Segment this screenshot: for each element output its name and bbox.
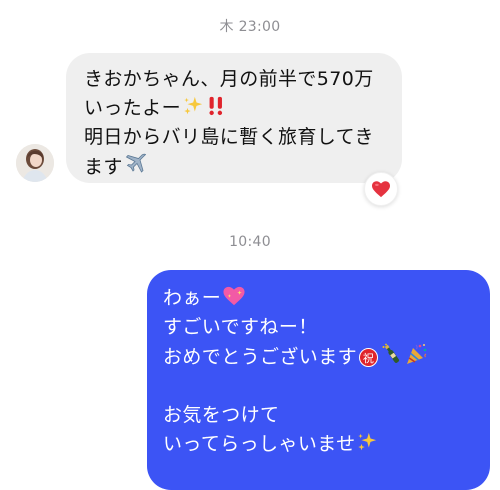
timestamp: 木 23:00: [219, 19, 281, 35]
party-popper-icon: [405, 342, 429, 366]
message-line: わぁー: [163, 284, 478, 313]
message-line: お気をつけて: [163, 404, 280, 426]
sparkles-icon: [356, 431, 378, 453]
congratulations-icon: 祝: [359, 348, 379, 367]
airplane-icon: [124, 152, 148, 176]
avatar[interactable]: [16, 144, 54, 182]
message-line: ます: [84, 152, 386, 182]
message-line: おめでとうございます祝: [163, 342, 478, 372]
heart-icon: [372, 181, 390, 198]
double-exclamation-icon: [205, 95, 227, 117]
incoming-message-bubble[interactable]: きおかちゃん、月の前半で570万 いったよー 明日からバリ島に暫く旅育してき ま…: [66, 53, 402, 183]
message-line: 明日からバリ島に暫く旅育してき: [84, 126, 374, 148]
sparkling-heart-icon: [222, 285, 246, 307]
reaction-heart[interactable]: [364, 172, 398, 206]
message-line: きおかちゃん、月の前半で570万: [84, 68, 374, 90]
timestamp: 10:40: [229, 234, 271, 250]
message-line: いってらっしゃいませ: [163, 430, 478, 459]
message-line: いったよー: [84, 94, 386, 123]
message-line: すごいですねー！: [163, 316, 318, 338]
sparkles-icon: [182, 95, 204, 117]
outgoing-message-bubble[interactable]: わぁー すごいですねー！ おめでとうございます祝 お気をつけて いってらっしゃい…: [147, 270, 490, 490]
avatar-photo-icon: [16, 144, 54, 182]
champagne-icon: [380, 342, 404, 366]
